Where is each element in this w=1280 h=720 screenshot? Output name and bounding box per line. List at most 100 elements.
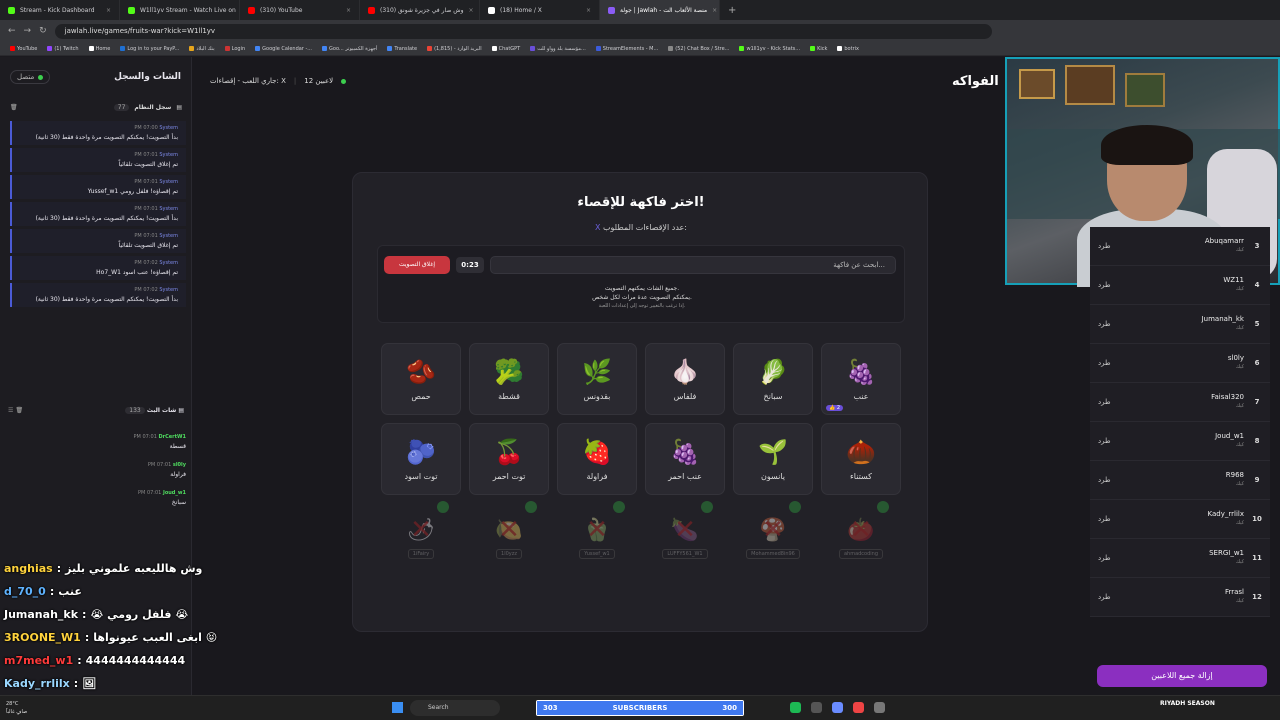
eliminated-player: LUFFY561_W1 [662,548,708,559]
bookmark-item[interactable]: StreamElements - M... [595,46,658,52]
message-time: PM 07:02 [134,287,158,293]
browser-tab[interactable]: جولة | Jawlah - منصة الألعاب الت × [600,0,720,20]
kick-player-button[interactable]: طرد [1098,476,1111,484]
bookmark-icon [810,46,816,51]
fruit-card[interactable]: 🫘 حمص [381,343,461,415]
browser-tab[interactable]: W1ll1yv Stream - Watch Live on× [120,0,240,20]
fruit-icon: 🍒 [494,437,524,466]
bookmark-item[interactable]: (1) Twitch [47,46,79,52]
bookmark-item[interactable]: (52) Chat Box / Stre... [668,46,729,52]
browser-tab[interactable]: (18) Home / X × [480,0,600,20]
bookmark-item[interactable]: بنك البلاد [189,46,215,52]
fruit-card[interactable]: 🌿 بقدونس [557,343,637,415]
bookmark-item[interactable]: Log in to your PayP... [120,46,179,52]
player-platform: كيك [1235,286,1244,292]
bookmark-item[interactable]: Goo... أجهزة الكمبيوتر [322,46,377,52]
system-log-header[interactable]: 🗑 77 سجل النظام ▤ [0,99,192,115]
player-row: طرد WZ11 كيك 4 [1090,266,1270,305]
fruit-card[interactable]: 🍓 فراولة [557,423,637,495]
kick-player-button[interactable]: طرد [1098,242,1111,250]
kick-player-button[interactable]: طرد [1098,359,1111,367]
message-user: sl0ly [172,462,186,468]
overlay-text: 😭 فلفل رومي 😭 [90,608,189,621]
overlay-text: وش هالليعبه علموني بليز [65,562,203,575]
back-icon[interactable]: ← [8,26,16,36]
player-row: طرد sl0ly كيك 6 [1090,344,1270,383]
fruit-card[interactable]: 🥦 قشطة [469,343,549,415]
system-log-list[interactable]: PM 07:00 System بدأ التصويت! يمكنكم التصو… [10,121,186,381]
overlay-text: عنب [58,585,82,598]
bookmark-item[interactable]: Translate [387,46,417,52]
close-tab-icon[interactable]: × [106,7,111,14]
fruit-card[interactable]: 🌱 يانسون [733,423,813,495]
taskbar-search[interactable]: Search [410,700,500,716]
fruit-name: فراولة [586,471,608,481]
player-row: طرد Kady_rrlilx كيك 10 [1090,500,1270,539]
reload-icon[interactable]: ↻ [39,26,47,36]
live-chat-list[interactable]: PM 07:01 DrCertW1 قسطة PM 07:01 sl0ly فراول… [10,432,186,516]
player-platform: كيك [1235,598,1244,604]
fruit-card[interactable]: 🌰 كستناء [821,423,901,495]
app-icon[interactable] [874,702,885,713]
bookmark-item[interactable]: Kick [810,46,827,52]
forward-icon[interactable]: → [24,26,32,36]
close-tab-icon[interactable]: × [712,7,717,14]
kick-player-button[interactable]: طرد [1098,515,1111,523]
kick-player-button[interactable]: طرد [1098,554,1111,562]
browser-tab[interactable]: (310) وش صار في جزيرة شونق × [360,0,480,20]
fruit-card[interactable]: 🍇 عنب 2 👍 [821,343,901,415]
remove-all-players-button[interactable]: إزالة جميع اللاعبين [1097,665,1267,687]
message-user: DrCertW1 [158,434,186,440]
bookmark-label: w1ll1yv - Kick Stats... [746,45,801,52]
bookmark-item[interactable]: YouTube [10,46,37,52]
weather-widget[interactable]: 28°C صافٍ غالباً [6,700,27,716]
fruit-card[interactable]: 🥬 سبانخ [733,343,813,415]
close-vote-button[interactable]: إغلاق التصويت [384,256,450,274]
fruit-card[interactable]: 🫐 توت اسود [381,423,461,495]
fruit-search-input[interactable]: ابحث عن فاكهة... [490,256,896,274]
trash-icon[interactable]: 🗑 [10,104,18,111]
kick-player-button[interactable]: طرد [1098,398,1111,406]
bookmark-item[interactable]: مؤسسة بلد وواو للت... [530,46,586,52]
bookmark-item[interactable]: ChatGPT [491,46,520,52]
app-icon[interactable] [811,702,822,713]
player-row: طرد Frrasl كيك 12 [1090,578,1270,617]
message-meta: PM 07:01 System [18,151,178,160]
kick-player-button[interactable]: طرد [1098,320,1111,328]
url-input[interactable]: jawlah.live/games/fruits-war?kick=W1ll1y… [54,23,992,39]
filter-icon[interactable]: ☰ 🗑 [8,407,23,414]
player-username: Faisal320 [1211,393,1244,401]
message-author: System [159,233,178,239]
close-tab-icon[interactable]: × [346,7,351,14]
online-dot-icon [341,78,347,84]
fruit-card[interactable]: 🧄 فلفاس [645,343,725,415]
bookmark-item[interactable]: Login [224,46,245,52]
chrome-icon[interactable] [853,702,864,713]
message-meta: PM 07:00 System [18,124,178,133]
message-text: Yussef_w1 تم إقصاؤه! فلفل رومي [87,188,178,195]
close-tab-icon[interactable]: × [586,7,591,14]
message-author: System [159,206,178,212]
close-tab-icon[interactable]: × [469,7,474,14]
kick-player-button[interactable]: طرد [1098,593,1111,601]
bookmark-item[interactable]: Home [88,46,110,52]
fruit-card[interactable]: 🍇 عنب احمر [645,423,725,495]
bookmark-icon [387,46,393,51]
player-username: R968 [1225,471,1244,479]
bookmark-item[interactable]: botrix [837,46,859,52]
windows-start-icon[interactable] [392,702,403,713]
bookmark-icon [189,46,195,51]
new-tab-button[interactable]: + [720,5,744,16]
bookmark-item[interactable]: Google Calendar -... [255,46,312,52]
browser-tab[interactable]: (310) YouTube × [240,0,360,20]
kick-player-button[interactable]: طرد [1098,281,1111,289]
browser-tab[interactable]: Stream - Kick Dashboard × [0,0,120,20]
overlay-text: 4444444444444 [85,654,186,667]
app-icon[interactable] [832,702,843,713]
bookmark-item[interactable]: w1ll1yv - Kick Stats... [739,46,800,52]
bookmark-item[interactable]: البريد الوارد - (1,815) [427,46,482,52]
spotify-icon[interactable] [790,702,801,713]
kick-player-button[interactable]: طرد [1098,437,1111,445]
message-time: PM 07:00 [134,125,158,131]
fruit-card[interactable]: 🍒 توت احمر [469,423,549,495]
